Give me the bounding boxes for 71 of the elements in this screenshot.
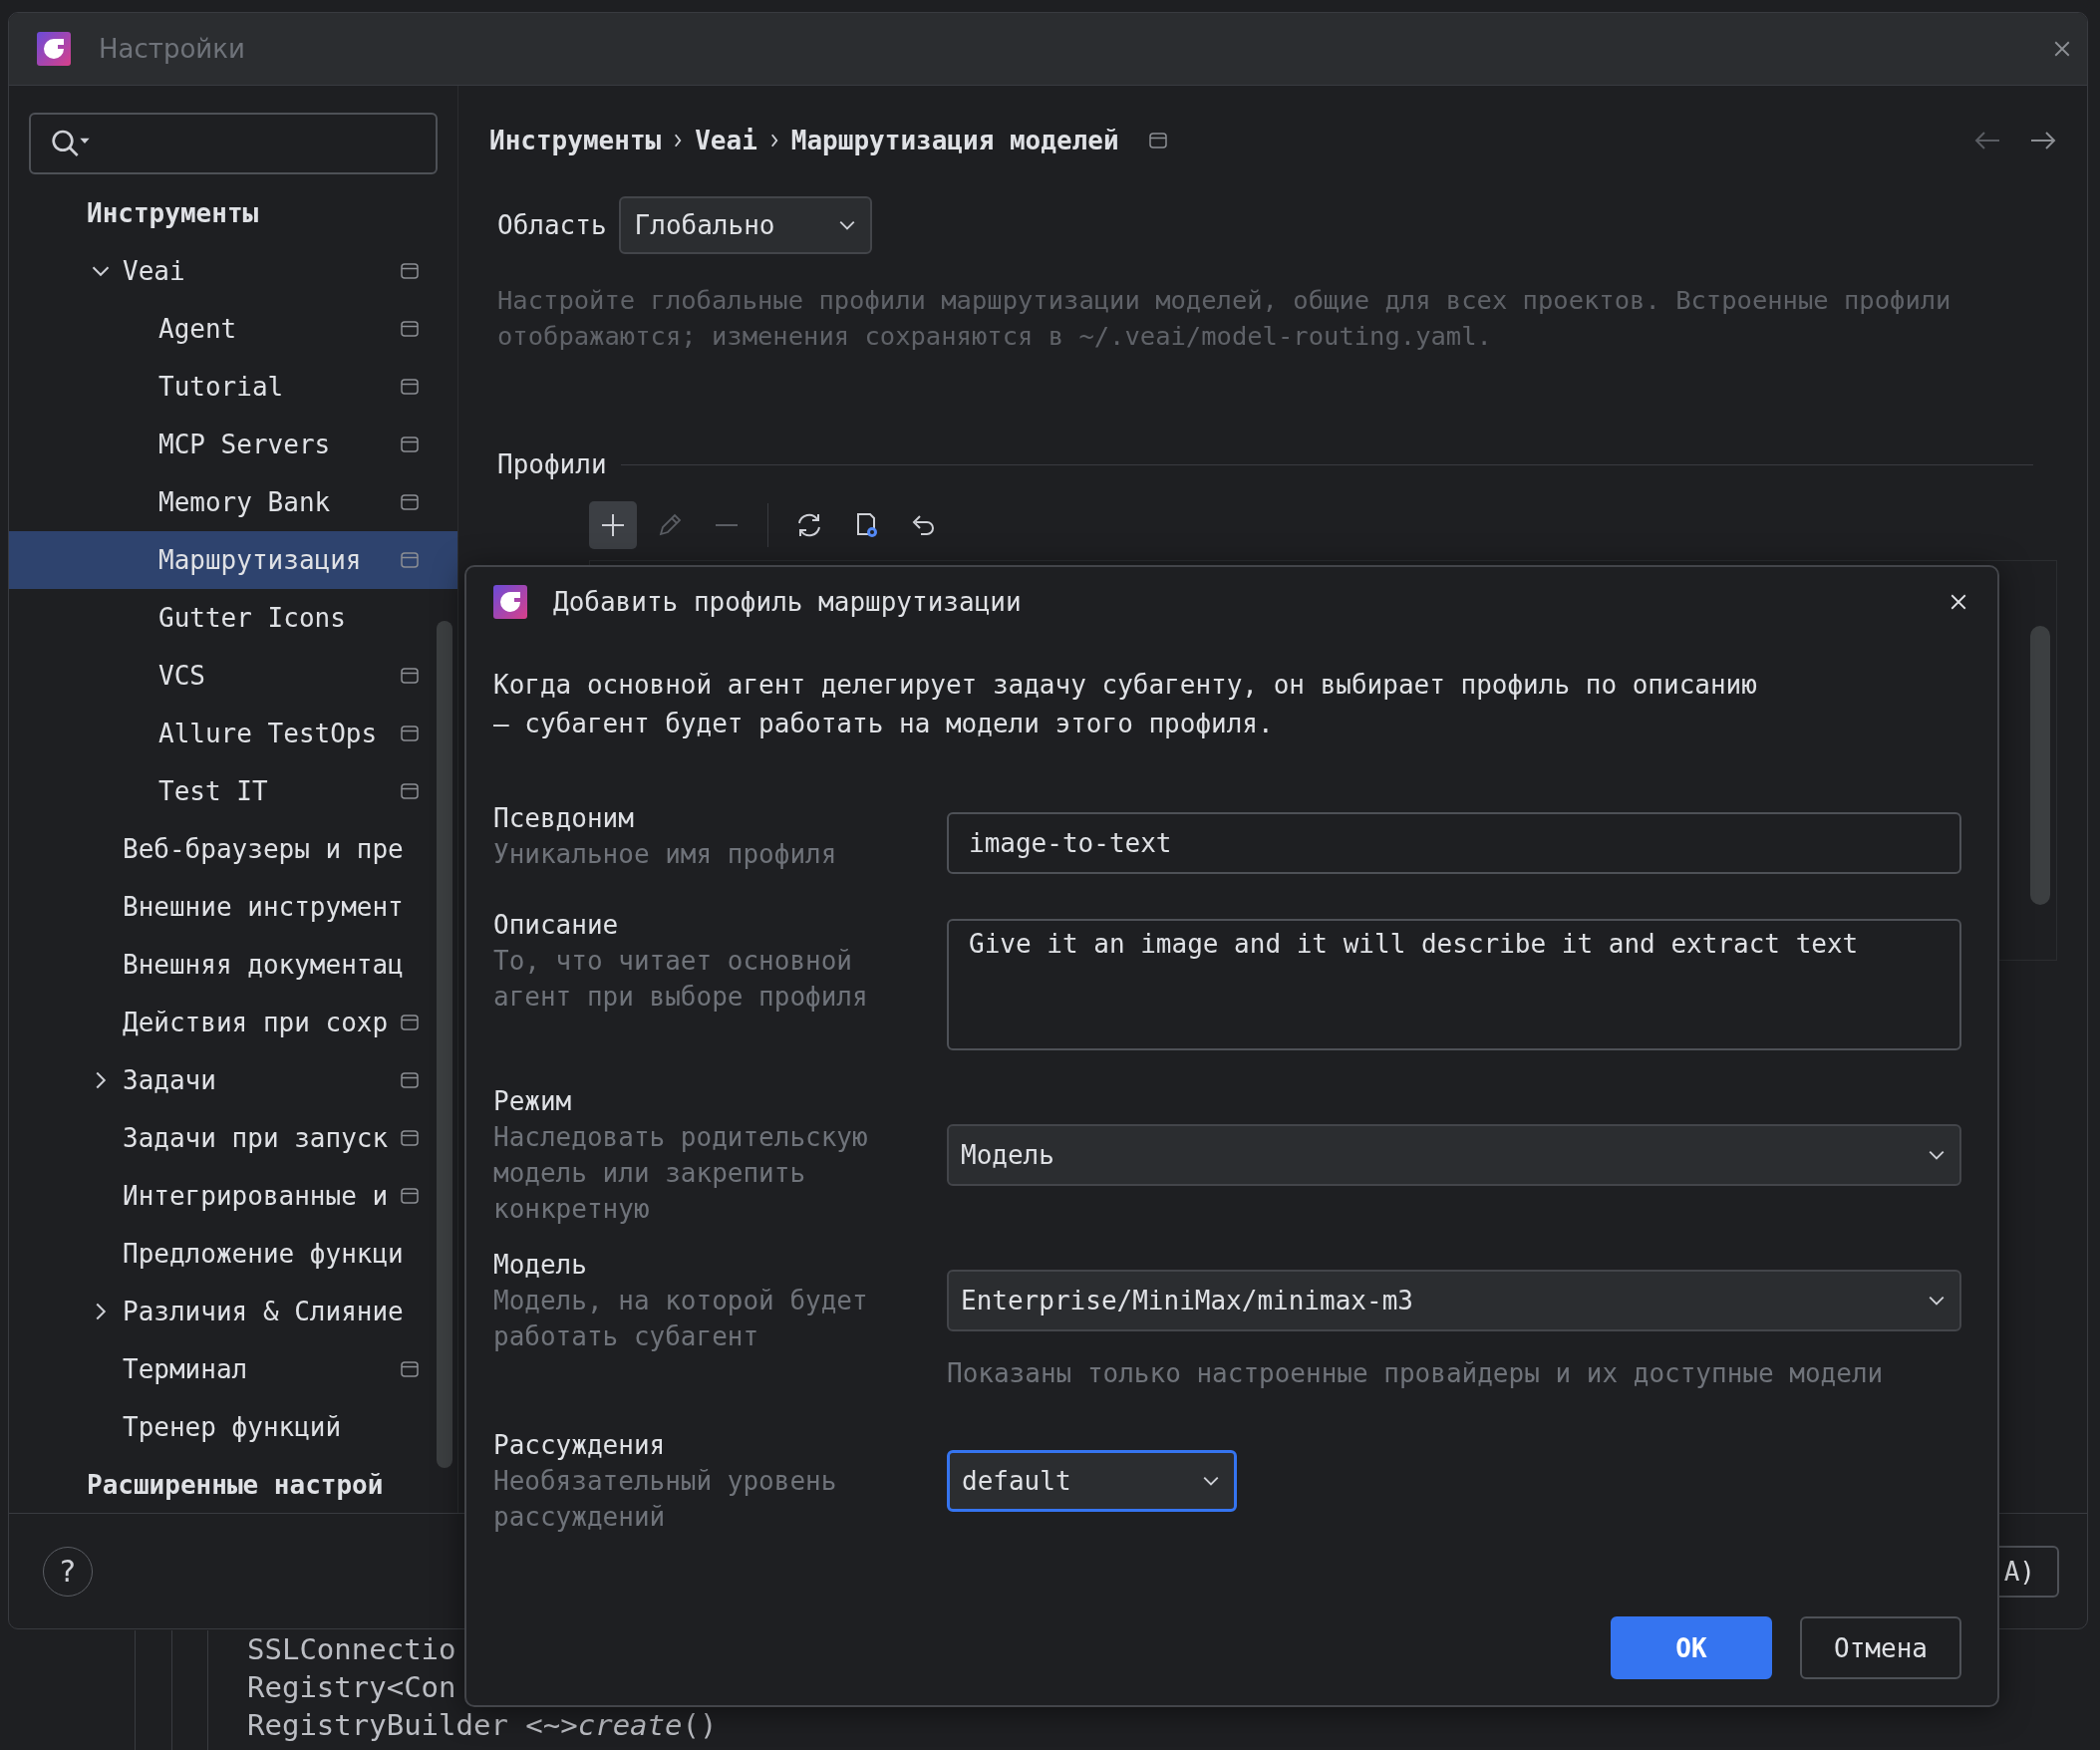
tree-item[interactable]: MCP Servers <box>9 416 457 473</box>
tree-item[interactable]: Tutorial <box>9 358 457 416</box>
breadcrumb-item[interactable]: Veai <box>695 126 757 155</box>
field-label: Режим <box>493 1085 573 1118</box>
tree-item[interactable]: Agent <box>9 300 457 358</box>
tree-item[interactable]: Инструменты <box>9 184 457 242</box>
tree-item[interactable]: Маршрутизация <box>9 531 457 589</box>
section-title: Профили <box>497 449 607 479</box>
tree-item[interactable]: Внешние инструмент <box>9 878 457 936</box>
search-icon <box>51 129 91 158</box>
intro-text: Когда основной агент делегирует задачу субагенту, он выбирает профиль по описанию — субагент будет работать на модели этого профиля. <box>493 669 1758 740</box>
tree-item[interactable]: Внешняя документац <box>9 936 457 994</box>
tree-item[interactable]: Задачи <box>9 1051 457 1109</box>
chevron-down-icon <box>837 219 856 231</box>
field-hint: Модель, на которой будет работать субагент <box>493 1285 869 1353</box>
ok-button[interactable]: OK <box>1611 1616 1772 1679</box>
search-field[interactable] <box>29 113 438 174</box>
window-title: Настройки <box>99 34 245 64</box>
field-label: Рассуждения <box>493 1429 667 1462</box>
tree-item[interactable]: Gutter Icons <box>9 589 457 647</box>
tree-item[interactable]: Действия при сохр <box>9 994 457 1051</box>
tree-item[interactable]: Различия & Слияние <box>9 1283 457 1340</box>
dialog-title: Добавить профиль маршрутизации <box>553 587 1022 617</box>
back-arrow-icon[interactable] <box>1973 131 2001 150</box>
scrollbar[interactable] <box>2030 626 2050 905</box>
code-line: Registry<Con <box>247 1669 457 1706</box>
field-hint: То, что читает основной агент при выборе профиля <box>493 945 869 1014</box>
note-text: Показаны только настроенные провайдеры и их доступные модели <box>947 1357 1885 1390</box>
tree-item[interactable]: Интегрированные и <box>9 1167 457 1225</box>
tree-item[interactable]: Test IT <box>9 762 457 820</box>
tree-item[interactable]: Allure TestOps <box>9 705 457 762</box>
field-hint: Наследовать родительскую модель или закрепить конкретную <box>493 1121 869 1226</box>
code-line: RegistryBuilder <~>create() <box>247 1707 718 1744</box>
code-line: SSLConnectio <box>247 1631 457 1668</box>
app-logo-icon <box>493 585 527 619</box>
scope-label: Область <box>497 210 607 240</box>
alias-field[interactable]: image-to-text <box>947 812 1961 874</box>
dropdown[interactable]: default <box>947 1450 1237 1512</box>
field-hint: Уникальное имя профиля <box>493 838 838 871</box>
dropdown[interactable]: Enterprise/MiniMax/minimax-m3 <box>947 1270 1961 1331</box>
description-text: Настройте глобальные профили маршрутизации моделей, общие для всех проектов. Встроенные профили отображаются; изменения сохраняются в ~/.veai/model-routing.yaml. <box>497 284 1952 353</box>
field-hint: Необязательный уровень рассуждений <box>493 1465 838 1534</box>
breadcrumb-item[interactable]: Маршрутизация моделей <box>790 126 1119 155</box>
add-button[interactable] <box>589 501 637 549</box>
forward-arrow-icon[interactable] <box>2029 131 2057 150</box>
tree-item[interactable]: Терминал <box>9 1340 457 1398</box>
tree-item[interactable]: Веб-браузеры и пре <box>9 820 457 878</box>
chevron-down-icon <box>1928 1149 1946 1161</box>
app-logo-icon <box>37 32 71 66</box>
description-field[interactable]: Give it an image and it will describe it and extract text <box>947 919 1961 1050</box>
dropdown[interactable]: Модель <box>947 1124 1961 1186</box>
tree-item[interactable]: Тренер функций <box>9 1398 457 1456</box>
field-label: Псевдоним <box>493 802 635 835</box>
chevron-right-icon <box>768 133 779 148</box>
tree-item[interactable]: Задачи при запуск <box>9 1109 457 1167</box>
tree-item[interactable]: VCS <box>9 647 457 705</box>
minus-icon <box>715 523 739 527</box>
window-icon <box>1148 133 1167 148</box>
chevron-right-icon <box>673 133 684 148</box>
tree-item[interactable]: Memory Bank <box>9 473 457 531</box>
scrollbar[interactable] <box>437 621 452 1468</box>
scope-dropdown[interactable]: Глобально <box>618 196 872 254</box>
chevron-down-icon <box>1202 1475 1220 1487</box>
field-label: Модель <box>493 1249 588 1282</box>
tree-item[interactable]: Расширенные настрой <box>9 1456 457 1513</box>
tree-item[interactable]: Предложение функци <box>9 1225 457 1283</box>
cancel-button[interactable]: Отмена <box>1800 1616 1961 1679</box>
tree-item[interactable]: Veai <box>9 242 457 300</box>
chevron-down-icon <box>1928 1295 1946 1307</box>
breadcrumb-item[interactable]: Инструменты <box>489 126 662 155</box>
field-label: Описание <box>493 909 620 942</box>
